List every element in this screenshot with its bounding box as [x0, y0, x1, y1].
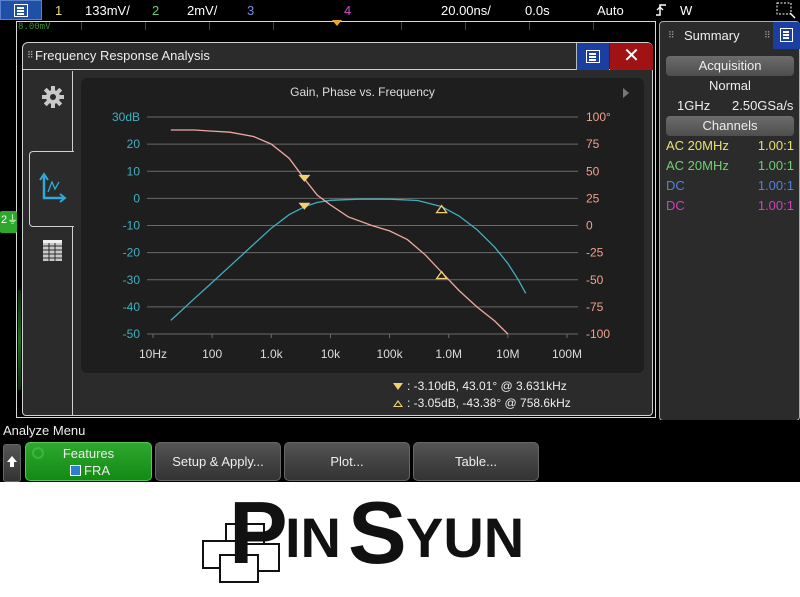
sample-rate: 2.50GSa/s — [732, 98, 794, 113]
y-right-tick-label: 100° — [586, 110, 611, 124]
y-right-tick-label: 25 — [586, 191, 600, 205]
channels-section-header[interactable]: Channels — [666, 116, 794, 136]
x-tick-label: 10Hz — [139, 347, 167, 361]
channel-row-2: AC 20MHz 1.00:1 — [666, 158, 794, 178]
acquisition-section-header[interactable]: Acquisition — [666, 56, 794, 76]
x-tick-label: 100M — [552, 347, 582, 361]
marker-1-phase — [298, 174, 311, 182]
checkbox-icon — [70, 465, 81, 476]
channel-row-3: DC 1.00:1 — [666, 178, 794, 198]
y-right-tick-label: -75 — [586, 300, 604, 314]
y-left-tick-label: -50 — [123, 327, 141, 341]
table-softkey[interactable]: Table... — [413, 442, 539, 481]
channel-row-4: DC 1.00:1 — [666, 198, 794, 218]
drag-grip-icon[interactable]: ⠿ — [764, 30, 771, 41]
features-value-text: FRA — [84, 463, 110, 478]
y-left-tick-label: -40 — [123, 300, 141, 314]
channel-coupling: DC — [666, 198, 685, 213]
features-label: Features — [62, 446, 115, 461]
logo-letter-p: P — [229, 483, 288, 582]
channel-row-1: AC 20MHz 1.00:1 — [666, 138, 794, 158]
y-right-tick-label: 75 — [586, 137, 600, 151]
channel-probe-ratio: 1.00:1 — [757, 198, 794, 213]
x-tick-label: 100 — [202, 347, 222, 361]
y-left-tick-label: 20 — [127, 137, 141, 151]
channel-probe-ratio: 1.00:1 — [757, 138, 794, 153]
y-right-tick-label: -100 — [586, 327, 610, 341]
setup-apply-label: Setup & Apply... — [172, 454, 264, 469]
features-softkey[interactable]: Features FRA — [25, 442, 152, 481]
bandwidth: 1GHz — [677, 98, 711, 113]
y-right-tick-label: 0 — [586, 219, 593, 233]
menu-icon — [780, 28, 793, 42]
y-left-tick-label: -30 — [123, 273, 141, 287]
y-left-tick-label: 10 — [127, 164, 141, 178]
summary-panel: ⠿ Summary ⠿ Acquisition Normal 1GHz 2.50… — [659, 21, 800, 421]
y-left-tick-label: 30dB — [112, 110, 140, 124]
softkey-bar: Analyze Menu Features FRA Setup & Apply.… — [0, 420, 800, 482]
channel-probe-ratio: 1.00:1 — [757, 158, 794, 173]
x-tick-label: 1.0M — [435, 347, 462, 361]
y-right-tick-label: 50 — [586, 164, 600, 178]
drag-grip-icon[interactable]: ⠿ — [668, 30, 675, 41]
channel-coupling: AC 20MHz — [666, 158, 729, 173]
y-left-tick-label: 0 — [133, 191, 140, 205]
plot-label: Plot... — [330, 454, 364, 469]
table-label: Table... — [455, 454, 497, 469]
channel-probe-ratio: 1.00:1 — [757, 178, 794, 193]
summary-title: Summary — [684, 28, 740, 43]
x-tick-label: 10k — [321, 347, 341, 361]
y-right-tick-label: -25 — [586, 246, 604, 260]
menu-title: Analyze Menu — [3, 423, 86, 438]
logo-letter-s: S — [348, 483, 407, 582]
x-tick-label: 100k — [377, 347, 404, 361]
y-left-tick-label: -10 — [123, 219, 141, 233]
series-phase-line — [170, 129, 509, 335]
menu-back-up-button[interactable] — [3, 444, 21, 482]
acquisition-mode: Normal — [709, 78, 751, 93]
x-tick-label: 1.0k — [260, 347, 284, 361]
channel-coupling: AC 20MHz — [666, 138, 729, 153]
summary-menu-button[interactable] — [773, 22, 800, 49]
plot-softkey[interactable]: Plot... — [284, 442, 410, 481]
y-right-tick-label: -50 — [586, 273, 604, 287]
x-tick-label: 10M — [496, 347, 519, 361]
oscilloscope-screen: 1 133mV/ 2 2mV/ 3 4 20.00ns/ 0.0s Auto W… — [0, 0, 800, 482]
setup-apply-softkey[interactable]: Setup & Apply... — [155, 442, 281, 481]
logo-text-in: IN — [285, 506, 341, 569]
features-value: FRA — [70, 463, 110, 478]
y-left-tick-label: -20 — [123, 246, 141, 260]
pinsyun-logo: P IN S YUN — [196, 483, 526, 589]
channel-coupling: DC — [666, 178, 685, 193]
logo-text-yun: YUN — [406, 506, 525, 569]
